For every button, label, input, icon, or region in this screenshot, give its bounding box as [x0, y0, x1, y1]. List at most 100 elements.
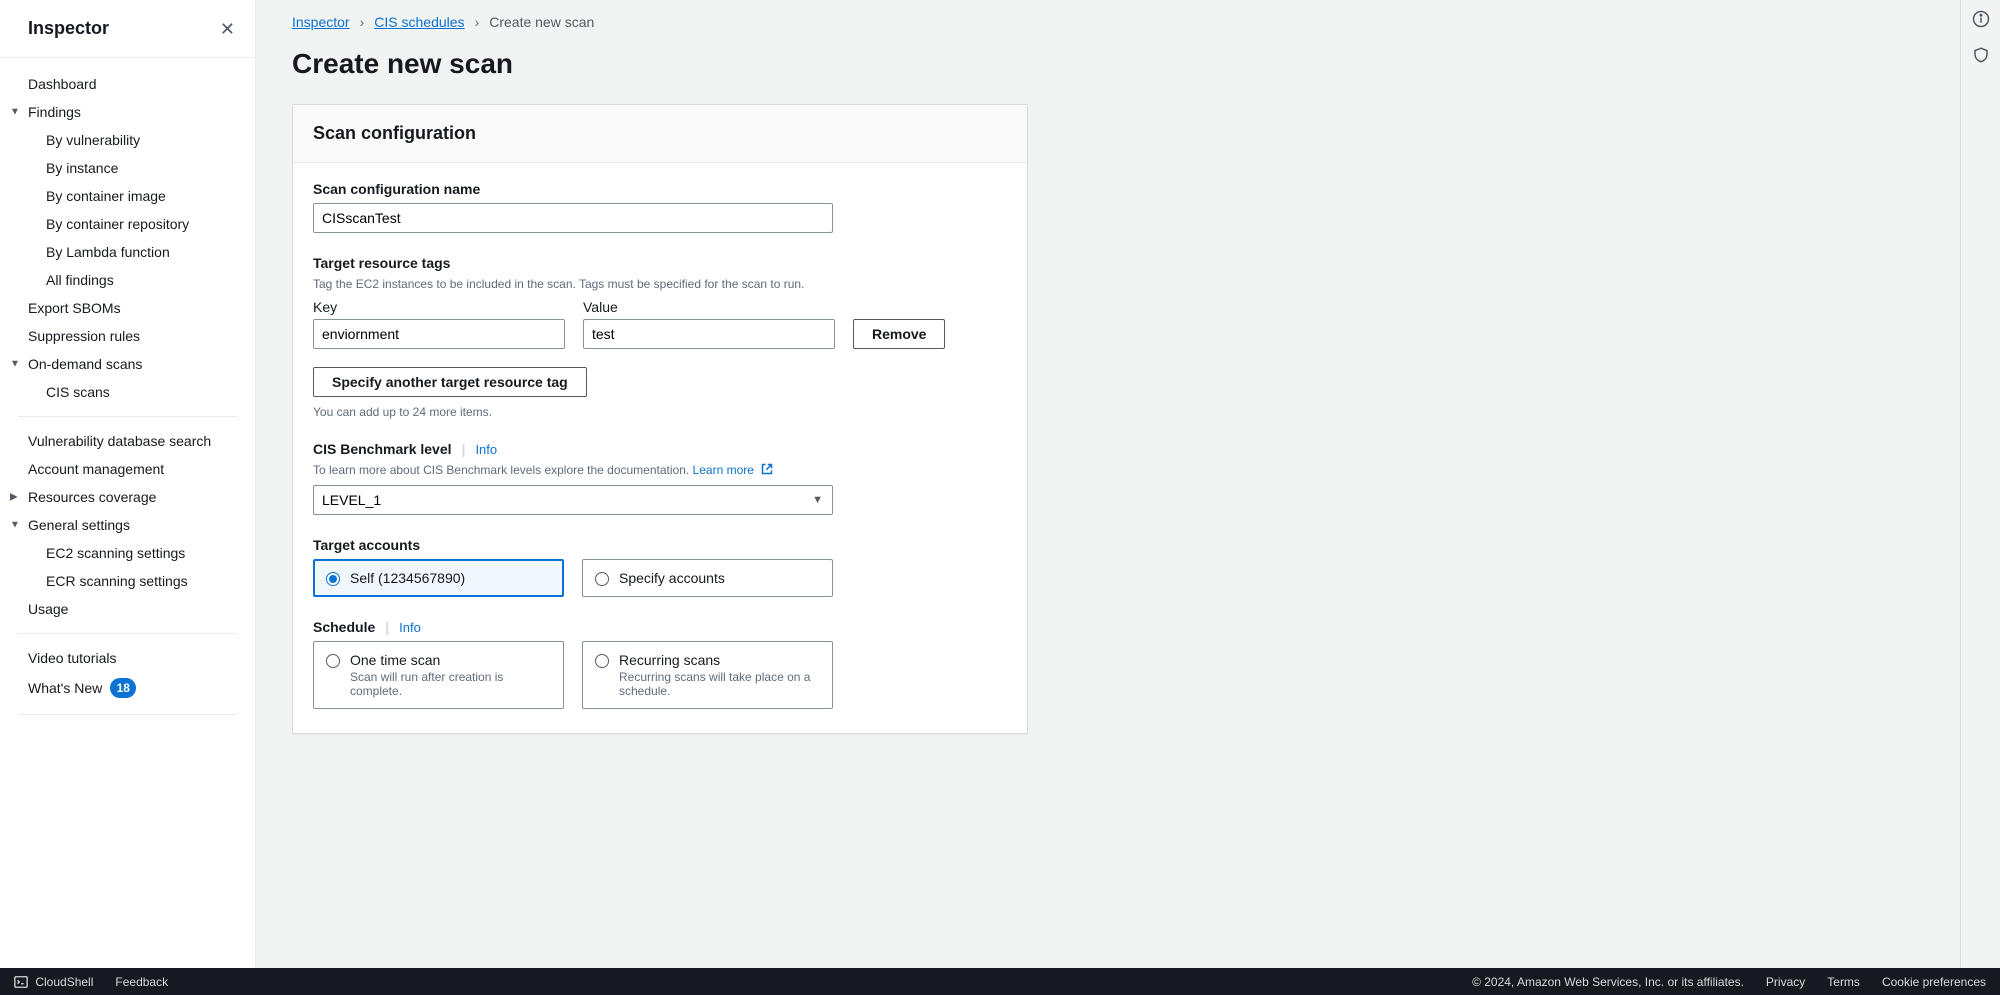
- schedule-label: Schedule | Info: [313, 619, 1007, 635]
- panel-header: Scan configuration: [293, 105, 1027, 163]
- recurring-title: Recurring scans: [619, 652, 820, 668]
- nav-label: Findings: [28, 104, 81, 120]
- chevron-right-icon: ›: [475, 14, 480, 30]
- one-time-sub: Scan will run after creation is complete…: [350, 670, 551, 698]
- nav-label: By Lambda function: [46, 244, 170, 260]
- radio-specify[interactable]: Specify accounts: [582, 559, 833, 597]
- nav-label: Dashboard: [28, 76, 97, 92]
- benchmark-info[interactable]: Info: [475, 442, 497, 457]
- nav-label: By vulnerability: [46, 132, 140, 148]
- remove-tag-button[interactable]: Remove: [853, 319, 945, 349]
- nav-findings[interactable]: ▼ Findings: [0, 98, 255, 126]
- tags-label: Target resource tags: [313, 255, 1007, 271]
- nav-vuln-db[interactable]: Vulnerability database search: [0, 427, 255, 455]
- key-label: Key: [313, 299, 565, 315]
- radio-recurring[interactable]: Recurring scans Recurring scans will tak…: [582, 641, 833, 709]
- nav-by-lambda[interactable]: By Lambda function: [0, 238, 255, 266]
- external-link-icon: [761, 463, 773, 475]
- radio-icon: [595, 654, 609, 668]
- scan-name-input[interactable]: [313, 203, 833, 233]
- nav-export-sboms[interactable]: Export SBOMs: [0, 294, 255, 322]
- nav-dashboard[interactable]: Dashboard: [0, 70, 255, 98]
- tag-key-input[interactable]: [313, 319, 565, 349]
- nav-divider: [18, 633, 237, 634]
- scan-config-panel: Scan configuration Scan configuration na…: [292, 104, 1028, 734]
- cloudshell-icon: [14, 975, 28, 989]
- recurring-sub: Recurring scans will take place on a sch…: [619, 670, 820, 698]
- radio-icon: [595, 572, 609, 586]
- nav-by-instance[interactable]: By instance: [0, 154, 255, 182]
- nav-label: All findings: [46, 272, 114, 288]
- nav-by-container-image[interactable]: By container image: [0, 182, 255, 210]
- nav-all-findings[interactable]: All findings: [0, 266, 255, 294]
- nav-on-demand[interactable]: ▼ On-demand scans: [0, 350, 255, 378]
- nav-label: By container repository: [46, 216, 189, 232]
- benchmark-select[interactable]: LEVEL_1: [313, 485, 833, 515]
- caret-down-icon: ▼: [10, 520, 20, 531]
- sidebar-nav: Dashboard ▼ Findings By vulnerability By…: [0, 58, 255, 968]
- nav-ec2-settings[interactable]: EC2 scanning settings: [0, 539, 255, 567]
- add-tag-help: You can add up to 24 more items.: [313, 405, 1007, 419]
- section-tags: Target resource tags Tag the EC2 instanc…: [313, 255, 1007, 419]
- nav-suppression[interactable]: Suppression rules: [0, 322, 255, 350]
- nav-divider: [18, 714, 237, 715]
- close-icon[interactable]: ✕: [220, 20, 235, 38]
- nav-account-mgmt[interactable]: Account management: [0, 455, 255, 483]
- nav-label: Vulnerability database search: [28, 433, 211, 449]
- nav-resources-coverage[interactable]: ▶ Resources coverage: [0, 483, 255, 511]
- learn-more-link[interactable]: Learn more: [693, 463, 774, 477]
- section-accounts: Target accounts Self (1234567890) Specif…: [313, 537, 1007, 597]
- section-benchmark: CIS Benchmark level | Info To learn more…: [313, 441, 1007, 515]
- radio-specify-label: Specify accounts: [619, 570, 725, 586]
- breadcrumb-current: Create new scan: [489, 14, 594, 30]
- benchmark-label-text: CIS Benchmark level: [313, 441, 452, 457]
- nav-label: What's New: [28, 680, 102, 696]
- nav-label: By instance: [46, 160, 118, 176]
- benchmark-help-text: To learn more about CIS Benchmark levels…: [313, 463, 693, 477]
- value-label: Value: [583, 299, 835, 315]
- privacy-link[interactable]: Privacy: [1766, 975, 1805, 989]
- section-name: Scan configuration name: [313, 181, 1007, 233]
- nav-label: Resources coverage: [28, 489, 156, 505]
- name-label: Scan configuration name: [313, 181, 1007, 197]
- accounts-label: Target accounts: [313, 537, 1007, 553]
- radio-self[interactable]: Self (1234567890): [313, 559, 564, 597]
- radio-one-time[interactable]: One time scan Scan will run after creati…: [313, 641, 564, 709]
- tags-help: Tag the EC2 instances to be included in …: [313, 277, 1007, 291]
- nav-video[interactable]: Video tutorials: [0, 644, 255, 672]
- cookies-link[interactable]: Cookie preferences: [1882, 975, 1986, 989]
- nav-by-vulnerability[interactable]: By vulnerability: [0, 126, 255, 154]
- radio-icon: [326, 654, 340, 668]
- nav-ecr-settings[interactable]: ECR scanning settings: [0, 567, 255, 595]
- radio-icon: [326, 572, 340, 586]
- feedback-link[interactable]: Feedback: [115, 975, 168, 989]
- nav-usage[interactable]: Usage: [0, 595, 255, 623]
- nav-label: EC2 scanning settings: [46, 545, 185, 561]
- terms-link[interactable]: Terms: [1827, 975, 1860, 989]
- tag-value-input[interactable]: [583, 319, 835, 349]
- nav-label: Usage: [28, 601, 68, 617]
- learn-more-text: Learn more: [693, 463, 754, 477]
- add-tag-button[interactable]: Specify another target resource tag: [313, 367, 587, 397]
- nav-label: Suppression rules: [28, 328, 140, 344]
- nav-divider: [18, 416, 237, 417]
- main-content: Inspector › CIS schedules › Create new s…: [256, 0, 1960, 968]
- benchmark-label: CIS Benchmark level | Info: [313, 441, 1007, 457]
- nav-label: On-demand scans: [28, 356, 142, 372]
- info-icon[interactable]: [1972, 10, 1990, 28]
- nav-general-settings[interactable]: ▼ General settings: [0, 511, 255, 539]
- nav-by-container-repo[interactable]: By container repository: [0, 210, 255, 238]
- breadcrumb-cis-schedules[interactable]: CIS schedules: [374, 14, 464, 30]
- shield-icon[interactable]: [1972, 46, 1990, 64]
- section-schedule: Schedule | Info One time scan Scan will …: [313, 619, 1007, 709]
- sidebar-header: Inspector ✕: [0, 0, 255, 58]
- breadcrumb: Inspector › CIS schedules › Create new s…: [292, 10, 1924, 38]
- nav-cis-scans[interactable]: CIS scans: [0, 378, 255, 406]
- copyright: © 2024, Amazon Web Services, Inc. or its…: [1472, 975, 1744, 989]
- nav-label: Export SBOMs: [28, 300, 121, 316]
- whats-new-badge: 18: [110, 678, 136, 698]
- nav-whats-new[interactable]: What's New 18: [0, 672, 255, 704]
- cloudshell-link[interactable]: CloudShell: [14, 975, 93, 989]
- schedule-info[interactable]: Info: [399, 620, 421, 635]
- breadcrumb-inspector[interactable]: Inspector: [292, 14, 350, 30]
